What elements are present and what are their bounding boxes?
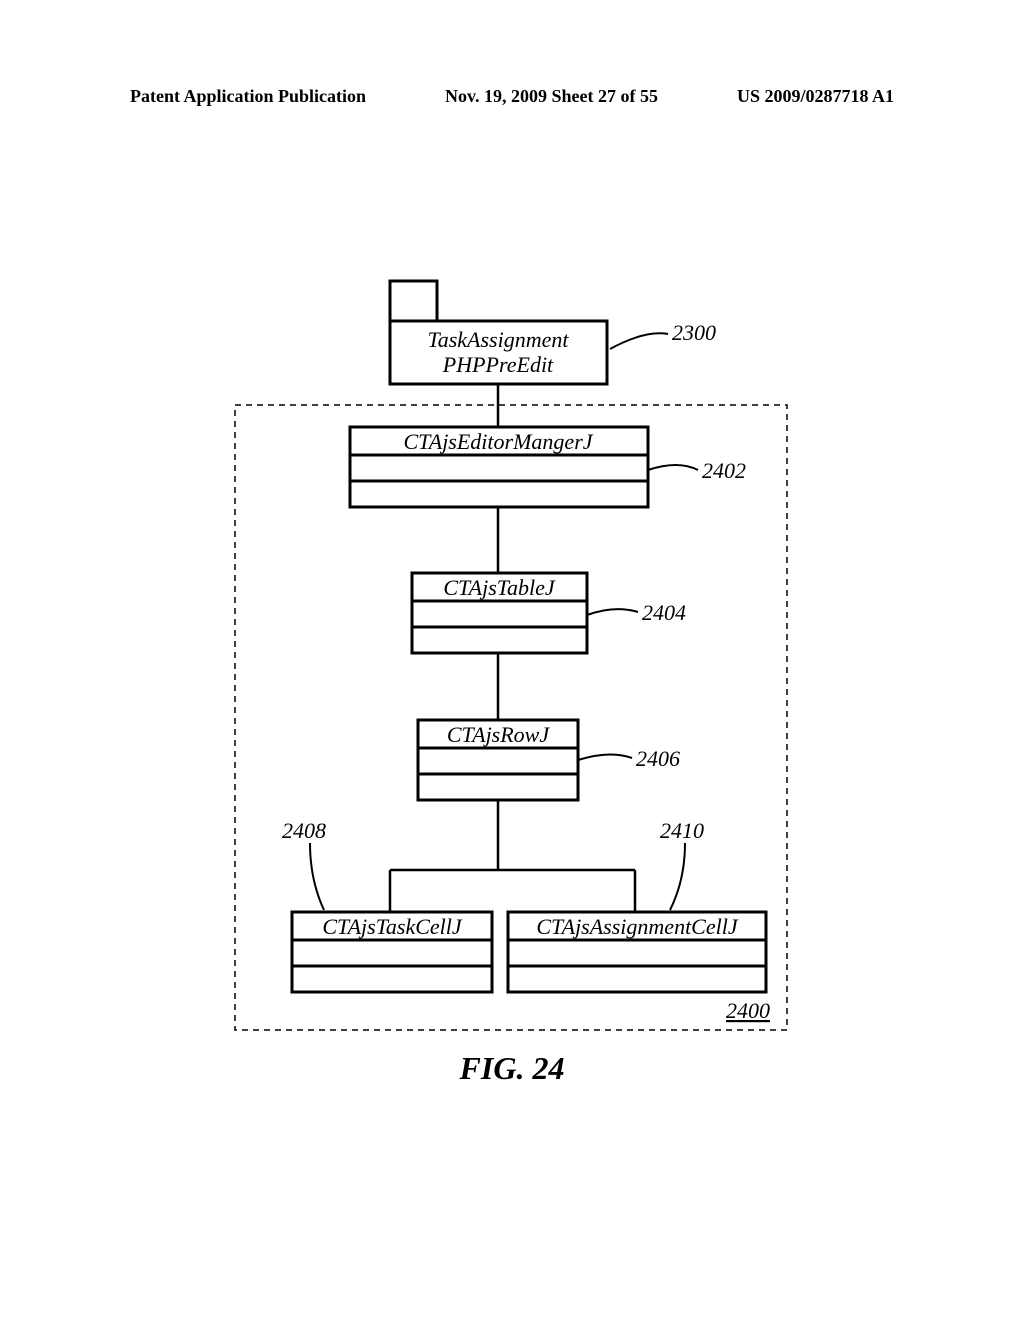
leader-2402 bbox=[648, 465, 698, 470]
leader-2408 bbox=[310, 843, 324, 910]
figure-caption: FIG. 24 bbox=[0, 1050, 1024, 1087]
uml-class-2300-title-line1: TaskAssignment bbox=[428, 327, 570, 352]
uml-class-2408: CTAjsTaskCellJ bbox=[292, 912, 492, 992]
uml-class-2410-title: CTAjsAssignmentCellJ bbox=[536, 914, 738, 939]
uml-class-2404-title: CTAjsTableJ bbox=[443, 575, 555, 600]
leader-2300 bbox=[610, 333, 668, 349]
ref-2402: 2402 bbox=[702, 458, 746, 484]
uml-class-2406-title: CTAjsRowJ bbox=[447, 722, 551, 747]
ref-2300: 2300 bbox=[672, 320, 716, 346]
uml-class-2402: CTAjsEditorMangerJ bbox=[350, 427, 648, 507]
ref-2400: 2400 bbox=[726, 998, 770, 1023]
uml-class-2402-title: CTAjsEditorMangerJ bbox=[403, 429, 593, 454]
ref-2404: 2404 bbox=[642, 600, 686, 626]
ref-2410: 2410 bbox=[660, 818, 704, 844]
leader-2406 bbox=[578, 754, 632, 760]
uml-class-2404: CTAjsTableJ bbox=[412, 573, 587, 653]
uml-class-2408-title: CTAjsTaskCellJ bbox=[322, 914, 463, 939]
uml-class-2300: TaskAssignment PHPPreEdit bbox=[390, 281, 607, 384]
uml-class-2406: CTAjsRowJ bbox=[418, 720, 578, 800]
leader-2410 bbox=[670, 843, 685, 910]
leader-2404 bbox=[587, 609, 638, 615]
ref-2408: 2408 bbox=[282, 818, 326, 844]
ref-2406: 2406 bbox=[636, 746, 680, 772]
figure-24-diagram: TaskAssignment PHPPreEdit CTAjsEditorMan… bbox=[0, 0, 1024, 1320]
uml-class-2410: CTAjsAssignmentCellJ bbox=[508, 912, 766, 992]
uml-class-2300-title-line2: PHPPreEdit bbox=[442, 352, 554, 377]
